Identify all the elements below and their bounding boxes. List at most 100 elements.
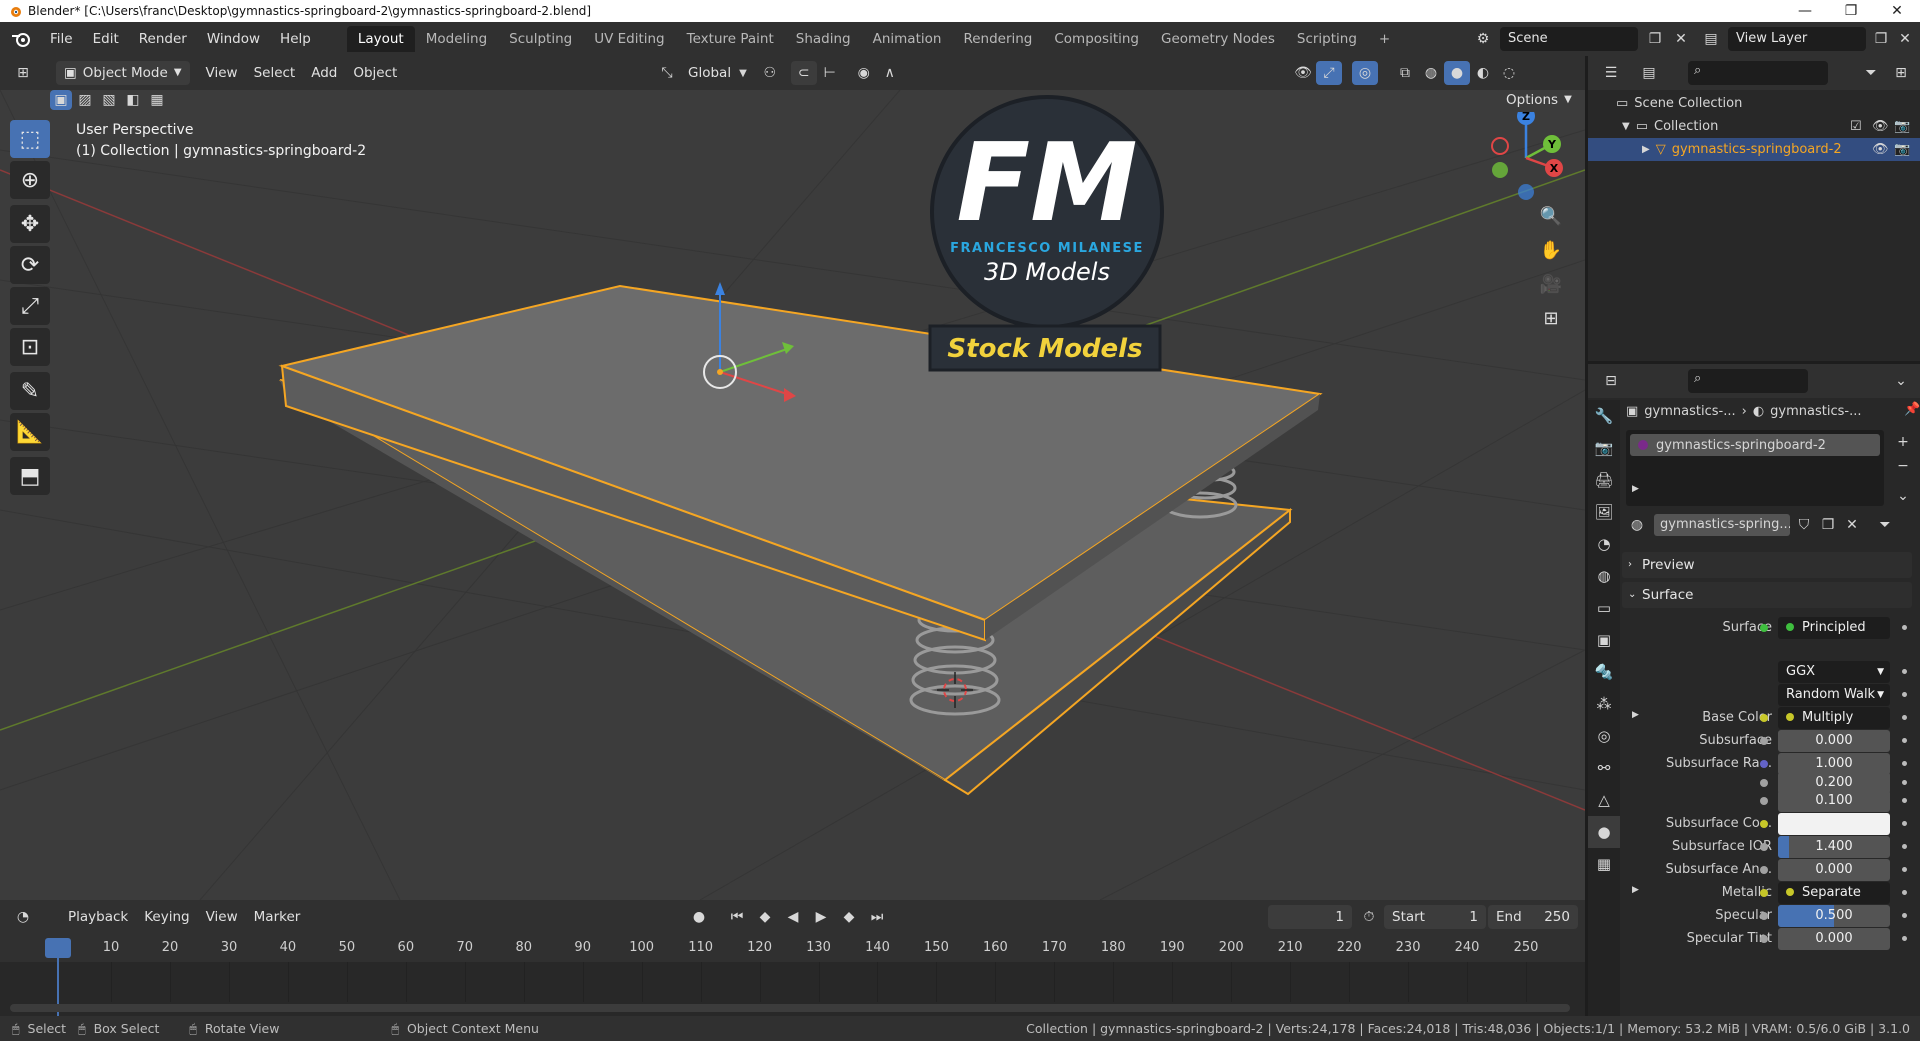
socket-dot-icon[interactable] xyxy=(1760,912,1768,920)
browse-material-icon[interactable]: ◍ xyxy=(1624,513,1650,537)
material-shading-icon[interactable]: ◐ xyxy=(1470,61,1496,85)
expand-chevron-icon[interactable]: ▶ xyxy=(1632,885,1639,895)
menu-file[interactable]: File xyxy=(40,31,83,47)
hide-eye-icon[interactable]: 👁 xyxy=(1872,119,1889,134)
surface-section[interactable]: ⌄ Surface xyxy=(1622,582,1912,608)
keyframe-dot-icon[interactable] xyxy=(1902,692,1907,697)
unlink-material-icon[interactable]: ✕ xyxy=(1842,513,1862,537)
material-slot-item[interactable]: gymnastics-springboard-2 xyxy=(1630,434,1880,456)
start-frame-field[interactable]: Start 1 xyxy=(1384,905,1486,929)
menu-render[interactable]: Render xyxy=(129,31,197,47)
jump-keyframe-forward-icon[interactable]: ◆ xyxy=(836,905,862,929)
scale-tool-icon[interactable]: ⤢ xyxy=(10,287,50,325)
node-link-field[interactable]: Multiply xyxy=(1778,707,1890,729)
viewport-menu-select[interactable]: Select xyxy=(246,61,304,85)
play-icon[interactable]: ▶ xyxy=(808,905,834,929)
chevron-down-icon[interactable]: ⌄ xyxy=(1888,369,1914,393)
snap-icon[interactable]: ⊂ xyxy=(790,61,817,85)
current-frame-field[interactable]: 1 xyxy=(1268,905,1352,929)
timeline-editor-type-icon[interactable]: ◔ xyxy=(10,905,36,929)
new-scene-icon[interactable]: ❐ xyxy=(1642,27,1668,51)
keyframe-dot-icon[interactable] xyxy=(1902,625,1907,630)
solid-shading-icon[interactable]: ● xyxy=(1444,61,1470,85)
expand-chevron-icon[interactable]: ▶ xyxy=(1642,144,1650,155)
add-workspace-button[interactable]: + xyxy=(1368,26,1401,52)
overlay-toggle-icon[interactable]: ◎ xyxy=(1352,61,1378,85)
data-tab-icon[interactable]: △ xyxy=(1588,784,1620,816)
tab-texture-paint[interactable]: Texture Paint xyxy=(676,26,785,52)
outliner-row-scene-collection[interactable]: ▭ Scene Collection xyxy=(1588,92,1920,115)
render-camera-icon[interactable]: 📷 xyxy=(1894,142,1910,157)
rendered-shading-icon[interactable]: ◌ xyxy=(1496,61,1522,85)
tab-layout[interactable]: Layout xyxy=(346,26,415,52)
play-reverse-icon[interactable]: ◀ xyxy=(780,905,806,929)
socket-dot-icon[interactable] xyxy=(1760,866,1768,874)
tab-geometry-nodes[interactable]: Geometry Nodes xyxy=(1150,26,1286,52)
falloff-icon[interactable]: ∧ xyxy=(877,61,903,85)
add-slot-icon[interactable]: + xyxy=(1890,430,1916,454)
transform-orientation-dropdown[interactable]: Global xyxy=(680,61,739,85)
socket-dot-icon[interactable] xyxy=(1760,624,1768,632)
editor-type-icon[interactable]: ⊞ xyxy=(10,61,36,85)
socket-dot-icon[interactable] xyxy=(1760,714,1768,722)
menu-window[interactable]: Window xyxy=(197,31,270,47)
tab-compositing[interactable]: Compositing xyxy=(1043,26,1150,52)
number-slider-field[interactable]: 0.500 xyxy=(1778,905,1890,927)
measure-tool-icon[interactable]: 📐 xyxy=(10,413,50,451)
filter-icon[interactable]: ⏷ xyxy=(1858,61,1884,85)
tab-modeling[interactable]: Modeling xyxy=(415,26,498,52)
new-collection-icon[interactable]: ⊞ xyxy=(1888,61,1914,85)
select-subtract-icon[interactable]: ▧ xyxy=(98,90,120,110)
material-slot-list[interactable]: gymnastics-springboard-2 ▶ xyxy=(1626,430,1884,506)
socket-dot-icon[interactable] xyxy=(1760,820,1768,828)
outliner-search-input[interactable]: ⌕ xyxy=(1688,61,1828,85)
keyframe-dot-icon[interactable] xyxy=(1902,913,1907,918)
keyframe-dot-icon[interactable] xyxy=(1902,738,1907,743)
timeline-menu-marker[interactable]: Marker xyxy=(246,905,309,929)
color-swatch-field[interactable] xyxy=(1778,813,1890,835)
wireframe-shading-icon[interactable]: ◍ xyxy=(1418,61,1444,85)
scene-tab-icon[interactable]: ◔ xyxy=(1588,528,1620,560)
socket-dot-icon[interactable] xyxy=(1760,843,1768,851)
viewport-menu-object[interactable]: Object xyxy=(345,61,405,85)
options-button[interactable]: Options ▼ xyxy=(1498,90,1580,112)
particles-tab-icon[interactable]: ⁂ xyxy=(1588,688,1620,720)
expand-chevron-icon[interactable]: ▼ xyxy=(1622,121,1630,132)
dropdown-field[interactable]: GGX ▼ xyxy=(1778,661,1890,683)
timeline-scrollbar[interactable] xyxy=(10,1004,1570,1012)
transform-tool-icon[interactable]: ⊡ xyxy=(10,328,50,366)
display-mode-icon[interactable]: ▤ xyxy=(1636,61,1662,85)
delete-view-layer-icon[interactable]: ✕ xyxy=(1892,27,1918,51)
keyframe-dot-icon[interactable] xyxy=(1902,780,1907,785)
gizmo-toggle-icon[interactable]: ⤢ xyxy=(1316,61,1342,85)
zoom-icon[interactable]: 🔍 xyxy=(1535,200,1567,232)
pan-hand-icon[interactable]: ✋ xyxy=(1535,234,1567,266)
output-tab-icon[interactable]: 🖨 xyxy=(1588,464,1620,496)
keyframe-dot-icon[interactable] xyxy=(1902,821,1907,826)
blender-menu-icon[interactable] xyxy=(10,30,32,48)
select-box-tool-icon[interactable]: ⬚ xyxy=(10,120,50,158)
mode-dropdown[interactable]: ▣ Object Mode ▼ xyxy=(56,61,190,85)
tab-animation[interactable]: Animation xyxy=(862,26,953,52)
expand-chevron-icon[interactable]: ▶ xyxy=(1632,484,1639,494)
material-name-field[interactable]: gymnastics-spring... xyxy=(1654,514,1790,536)
jump-start-icon[interactable]: ⏮ xyxy=(724,905,750,929)
close-button[interactable]: ✕ xyxy=(1874,0,1920,22)
rotate-tool-icon[interactable]: ⟳ xyxy=(10,246,50,284)
record-icon[interactable]: ● xyxy=(686,905,712,929)
3d-viewport[interactable]: FM FRANCESCO MILANESE 3D Models Stock Mo… xyxy=(0,90,1585,900)
number-slider-field[interactable]: 0.000 xyxy=(1778,928,1890,950)
socket-dot-icon[interactable] xyxy=(1760,889,1768,897)
number-slider-field[interactable]: 0.100 xyxy=(1778,790,1890,812)
outliner-row-collection[interactable]: ▼ ▭ Collection ☑ 👁 📷 xyxy=(1588,115,1920,138)
stopwatch-icon[interactable]: ⏱ xyxy=(1356,905,1382,929)
navigation-axis-gizmo[interactable]: Z Y X xyxy=(1491,107,1563,200)
keyframe-dot-icon[interactable] xyxy=(1902,936,1907,941)
add-cube-tool-icon[interactable]: ⬒ xyxy=(10,457,50,495)
dropdown-field[interactable]: Random Walk ▼ xyxy=(1778,684,1890,706)
keyframe-dot-icon[interactable] xyxy=(1902,761,1907,766)
menu-help[interactable]: Help xyxy=(270,31,321,47)
outliner-editor-type-icon[interactable]: ☰ xyxy=(1598,61,1624,85)
select-invert-icon[interactable]: ◧ xyxy=(122,90,144,110)
end-frame-field[interactable]: End 250 xyxy=(1488,905,1578,929)
